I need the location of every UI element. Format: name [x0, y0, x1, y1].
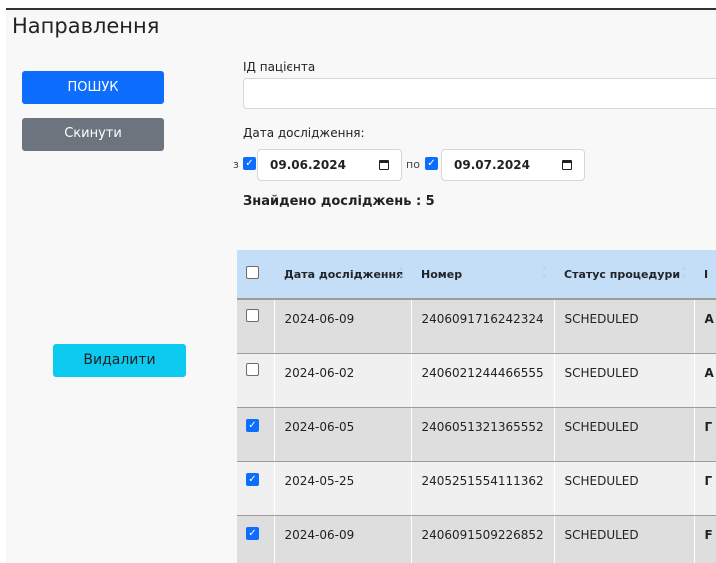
- date-to-value: 09.07.2024: [454, 158, 530, 172]
- date-range-label: Дата дослідження:: [243, 126, 365, 140]
- date-to-checkbox[interactable]: ✓: [425, 157, 438, 170]
- row-select-checkbox[interactable]: ✓: [246, 418, 259, 432]
- date-to-input[interactable]: 09.07.2024: [441, 149, 585, 181]
- table-row[interactable]: ✓ 2024-06-09 2406091509226852 SCHEDULED F: [237, 515, 716, 563]
- cell-extra: А: [694, 299, 716, 354]
- patient-id-input[interactable]: [243, 78, 716, 109]
- cell-number: 2406051321365552: [411, 407, 555, 462]
- cell-date: 2024-05-25: [274, 461, 412, 516]
- table-row[interactable]: ✓ 2024-06-05 2406051321365552 SCHEDULED Г: [237, 407, 716, 462]
- row-select-checkbox[interactable]: ✓: [246, 526, 259, 540]
- row-select-checkbox[interactable]: [246, 362, 259, 376]
- row-select-cell: [237, 353, 275, 408]
- row-select-cell: ✓: [237, 515, 275, 563]
- table-row[interactable]: 2024-06-02 2406021244466555 SCHEDULED А: [237, 353, 716, 408]
- cell-status: SCHEDULED: [554, 461, 695, 516]
- select-all-cell: [237, 250, 274, 300]
- row-select-cell: ✓: [237, 461, 275, 516]
- cell-status: SCHEDULED: [554, 407, 695, 462]
- date-to-prefix: по: [406, 158, 420, 171]
- cell-date: 2024-06-05: [274, 407, 412, 462]
- studies-table: Дата дослідження Номер Статус процедури …: [237, 250, 716, 563]
- cell-status: SCHEDULED: [554, 353, 695, 408]
- cell-date: 2024-06-09: [274, 515, 412, 563]
- cell-status: SCHEDULED: [554, 515, 695, 563]
- table-row[interactable]: 2024-06-09 2406091716242324 SCHEDULED А: [237, 299, 716, 354]
- reset-button[interactable]: Скинути: [22, 118, 164, 151]
- cell-extra: А: [694, 353, 716, 408]
- patient-id-label: ІД пацієнта: [243, 60, 316, 74]
- delete-button[interactable]: Видалити: [53, 344, 186, 377]
- date-from-input[interactable]: 09.06.2024: [257, 149, 402, 181]
- column-header-status[interactable]: Статус процедури: [554, 250, 694, 300]
- table-header-row: Дата дослідження Номер Статус процедури …: [237, 250, 716, 300]
- row-select-checkbox[interactable]: [246, 309, 259, 322]
- date-from-checkbox[interactable]: ✓: [243, 157, 256, 170]
- column-header-number[interactable]: Номер: [411, 250, 554, 300]
- cell-number: 2405251554111362: [411, 461, 555, 516]
- column-header-extra[interactable]: І: [694, 250, 716, 300]
- select-all-checkbox[interactable]: [246, 266, 259, 279]
- cell-number: 2406091716242324: [411, 299, 555, 354]
- cell-status: SCHEDULED: [554, 299, 695, 354]
- search-button[interactable]: ПОШУК: [22, 71, 164, 104]
- cell-date: 2024-06-09: [274, 299, 412, 354]
- cell-number: 2406021244466555: [411, 353, 555, 408]
- cell-date: 2024-06-02: [274, 353, 412, 408]
- cell-number: 2406091509226852: [411, 515, 555, 563]
- calendar-icon[interactable]: [379, 160, 389, 170]
- row-select-checkbox[interactable]: ✓: [246, 472, 259, 486]
- cell-extra: Г: [694, 407, 716, 462]
- column-header-date[interactable]: Дата дослідження: [274, 250, 411, 300]
- calendar-icon[interactable]: [562, 160, 572, 170]
- date-from-value: 09.06.2024: [270, 158, 346, 172]
- results-count: Знайдено досліджень : 5: [243, 194, 435, 209]
- cell-extra: F: [694, 515, 716, 563]
- table-row[interactable]: ✓ 2024-05-25 2405251554111362 SCHEDULED Г: [237, 461, 716, 516]
- page-title: Направлення: [12, 14, 160, 38]
- row-select-cell: ✓: [237, 407, 275, 462]
- date-from-prefix: з: [233, 158, 239, 171]
- cell-extra: Г: [694, 461, 716, 516]
- row-select-cell: [237, 299, 275, 354]
